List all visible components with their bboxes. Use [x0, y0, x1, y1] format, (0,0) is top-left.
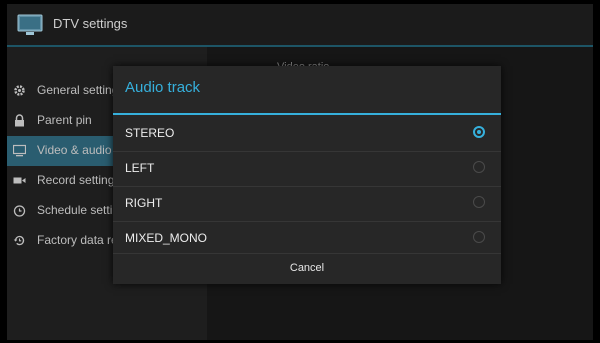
option-mixed-mono[interactable]: MIXED_MONO [113, 220, 501, 256]
sidebar-item-label: Parent pin [37, 113, 92, 127]
cancel-button[interactable]: Cancel [113, 253, 501, 285]
option-label: STEREO [125, 126, 175, 140]
screen: DTV settings General settings Parent pin… [7, 4, 593, 340]
option-stereo[interactable]: STEREO [113, 115, 501, 152]
radio-unselected-icon[interactable] [473, 231, 485, 243]
dialog-title: Audio track [125, 79, 201, 96]
sidebar-item-label: Record settings [37, 173, 121, 187]
audio-track-dialog: Audio track STEREO LEFT RIGHT MIXED_MONO… [113, 66, 501, 284]
option-label: MIXED_MONO [125, 231, 208, 245]
monitor-icon [12, 144, 27, 157]
option-left[interactable]: LEFT [113, 150, 501, 187]
gear-icon [13, 84, 26, 97]
video-camera-icon [13, 174, 26, 187]
sidebar-item-label: General settings [37, 83, 125, 97]
option-label: RIGHT [125, 196, 163, 210]
sidebar-item-label: Video & audio [37, 143, 112, 157]
tv-icon [17, 14, 43, 36]
app-title: DTV settings [53, 16, 128, 31]
radio-unselected-icon[interactable] [473, 196, 485, 208]
option-right[interactable]: RIGHT [113, 185, 501, 222]
radio-unselected-icon[interactable] [473, 161, 485, 173]
radio-selected-icon[interactable] [473, 126, 485, 138]
lock-icon [13, 114, 26, 127]
clock-icon [13, 204, 26, 217]
option-label: LEFT [125, 161, 155, 175]
action-bar: DTV settings [7, 4, 593, 46]
restore-icon [13, 234, 26, 247]
